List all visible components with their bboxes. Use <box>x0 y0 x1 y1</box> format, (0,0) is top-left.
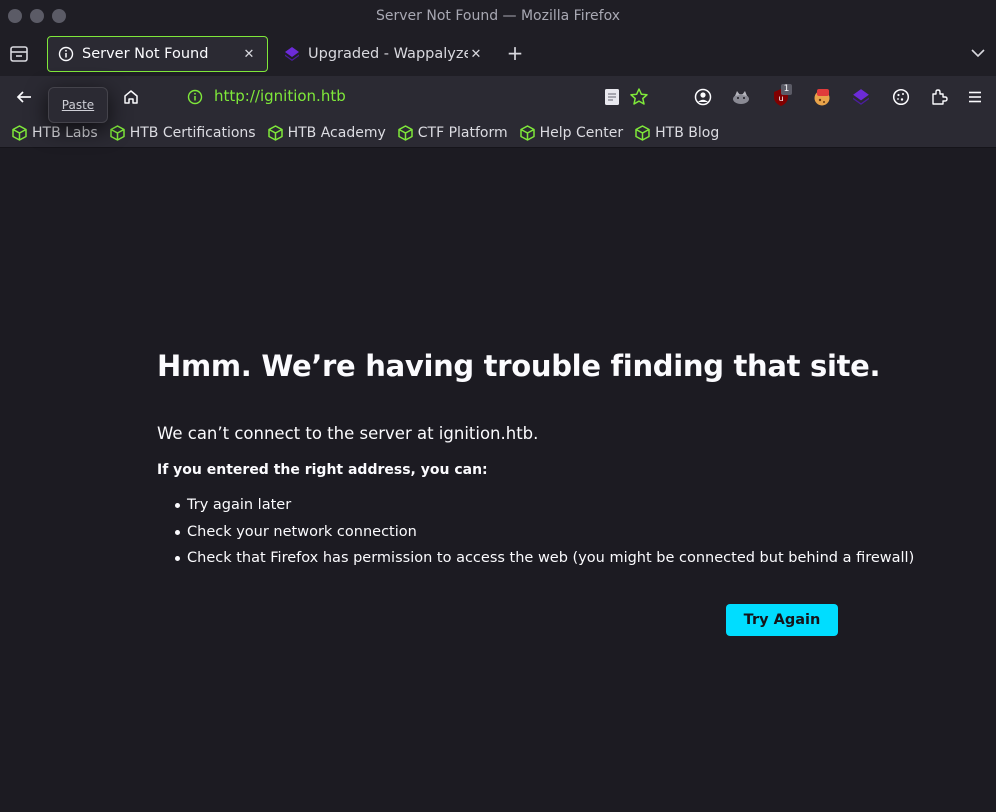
account-icon[interactable] <box>692 86 714 108</box>
bookmark-label: HTB Academy <box>287 124 386 141</box>
list-item: Check your network connection <box>157 522 914 549</box>
bookmark-label: HTB Blog <box>655 124 720 141</box>
htb-cube-icon <box>635 124 650 141</box>
url-input[interactable]: http://ignition.htb <box>214 87 346 105</box>
tab-label: Server Not Found <box>82 46 209 62</box>
bookmark-label: CTF Platform <box>417 124 508 141</box>
bookmark-star-icon[interactable] <box>628 86 650 108</box>
window-titlebar: Server Not Found — Mozilla Firefox <box>0 0 996 32</box>
bookmark-htb-blog[interactable]: HTB Blog <box>635 125 719 141</box>
list-item: Check that Firefox has permission to acc… <box>157 548 914 575</box>
htb-cube-icon <box>398 124 413 141</box>
htb-cube-icon <box>267 124 283 141</box>
tab-strip: Server Not Found ✕ Upgraded - Wappalyzer… <box>0 32 996 76</box>
extensions-puzzle-icon[interactable] <box>928 86 950 108</box>
navigation-toolbar: http://ignition.htb u 1 <box>0 76 996 118</box>
ublock-badge: 1 <box>781 84 792 95</box>
bookmarks-toolbar: HTB Labs HTB Certifications HTB Academy … <box>0 118 996 148</box>
bookmark-label: Help Center <box>539 124 624 141</box>
htb-cube-icon <box>109 124 125 141</box>
suggestion-list: Try again later Check your network conne… <box>157 495 914 575</box>
list-item: Try again later <box>157 495 914 522</box>
site-info-icon[interactable] <box>187 89 203 105</box>
back-arrow-icon[interactable] <box>14 87 34 107</box>
firefox-view-icon[interactable] <box>8 44 30 64</box>
minimize-window-button[interactable] <box>30 9 44 23</box>
error-title: Hmm. We’re having trouble finding that s… <box>157 349 881 383</box>
hamburger-menu-icon[interactable] <box>964 86 986 108</box>
bookmark-help-center[interactable]: Help Center <box>519 124 624 141</box>
cookie-icon[interactable] <box>890 86 912 108</box>
window-title: Server Not Found — Mozilla Firefox <box>375 8 620 24</box>
tab-wappalyzer[interactable]: Upgraded - Wappalyzer ✕ <box>274 36 494 72</box>
new-tab-plus-icon[interactable]: + <box>505 43 525 63</box>
reader-view-icon[interactable] <box>601 86 623 108</box>
bookmark-label: HTB Certifications <box>129 124 256 141</box>
htb-cube-icon <box>12 124 27 141</box>
home-icon[interactable] <box>121 87 141 107</box>
paste-tooltip[interactable]: Paste <box>48 87 108 123</box>
bookmark-htb-academy[interactable]: HTB Academy <box>267 124 386 141</box>
wappalyzer-icon <box>284 46 300 62</box>
bookmark-label: HTB Labs <box>32 124 98 141</box>
close-window-button[interactable] <box>8 9 22 23</box>
info-icon <box>58 46 74 62</box>
close-tab-icon[interactable]: ✕ <box>468 46 484 62</box>
htb-cube-icon <box>519 124 535 141</box>
foxyproxy-icon[interactable] <box>730 86 752 108</box>
error-page: Hmm. We’re having trouble finding that s… <box>0 149 996 812</box>
maximize-window-button[interactable] <box>52 9 66 23</box>
chevron-down-icon[interactable] <box>970 45 986 61</box>
error-subtitle: If you entered the right address, you ca… <box>157 462 488 478</box>
window-controls <box>8 9 66 23</box>
wappalyzer-extension-icon[interactable] <box>850 86 872 108</box>
bookmark-htb-labs[interactable]: HTB Labs <box>12 125 98 141</box>
cookie-extension-icon[interactable] <box>811 86 833 108</box>
tab-label: Upgraded - Wappalyzer <box>308 46 468 62</box>
close-tab-icon[interactable]: ✕ <box>241 46 257 62</box>
error-description: We can’t connect to the server at igniti… <box>157 424 539 443</box>
svg-text:u: u <box>778 94 783 103</box>
bookmark-htb-certifications[interactable]: HTB Certifications <box>109 124 256 141</box>
tab-server-not-found[interactable]: Server Not Found ✕ <box>47 36 268 72</box>
bookmark-ctf-platform[interactable]: CTF Platform <box>398 125 508 141</box>
try-again-button[interactable]: Try Again <box>726 604 838 636</box>
